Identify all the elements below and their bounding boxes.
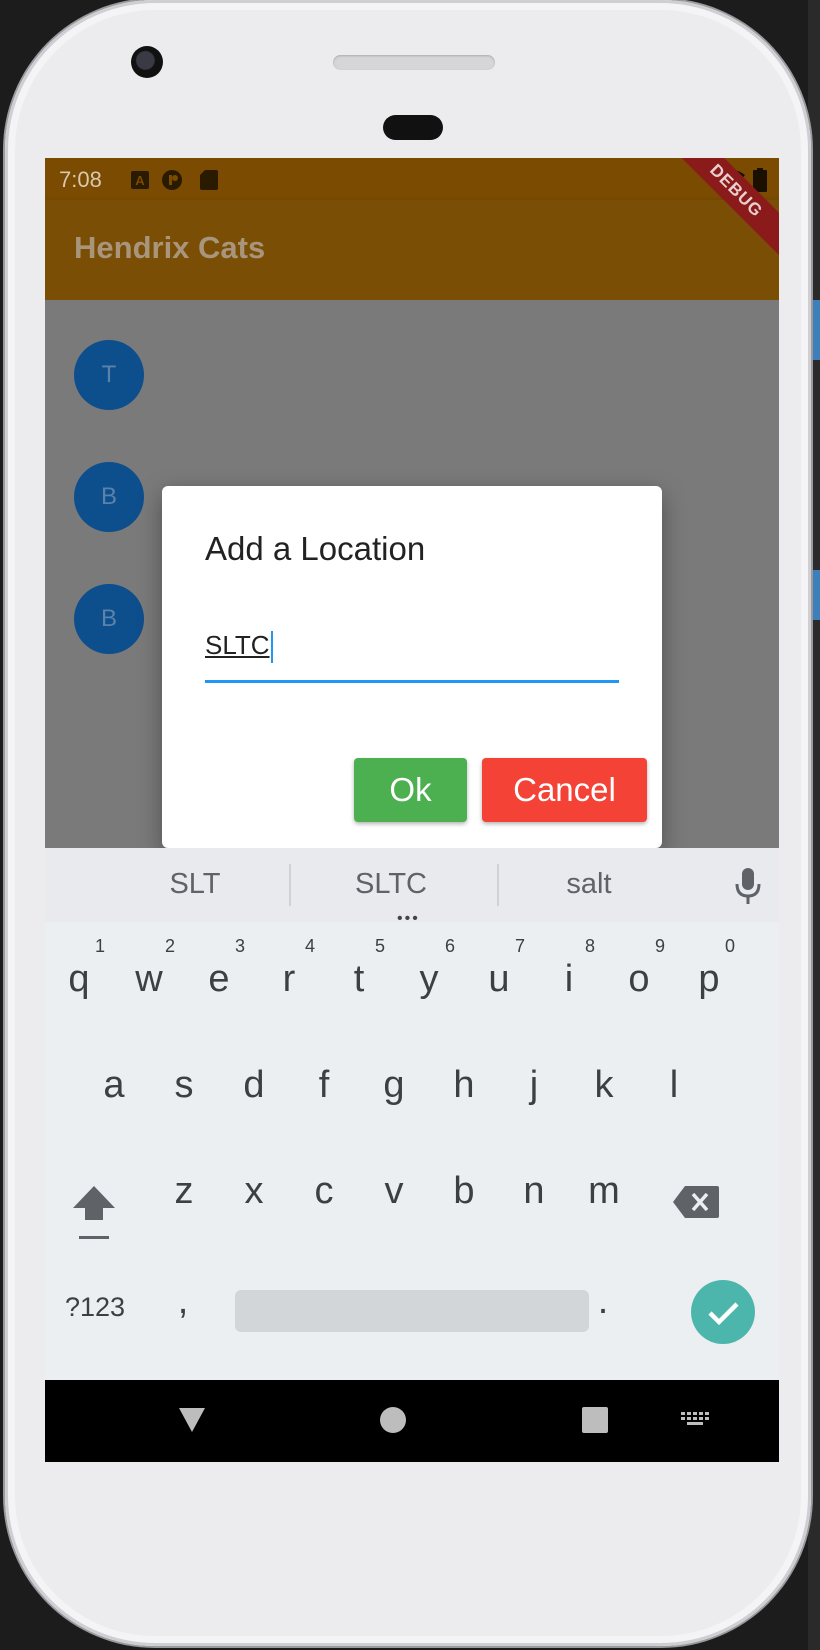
suggestion-item[interactable]: SLT: [105, 868, 285, 901]
key-f[interactable]: f: [294, 1064, 354, 1107]
location-input-value: SLTC: [205, 630, 273, 664]
key-m[interactable]: m: [574, 1170, 634, 1213]
key-hint: 4: [305, 936, 316, 956]
key-hint: 8: [585, 936, 596, 956]
key-r[interactable]: r: [259, 958, 319, 1001]
key-g[interactable]: g: [364, 1064, 424, 1107]
key-hint: 3: [235, 936, 246, 956]
soft-keyboard: q w e r t y u i o p 1 2 3 4 5 6 7 8 9 0 …: [45, 922, 779, 1382]
add-location-dialog: Add a Location SLTC Ok Cancel: [162, 486, 662, 848]
keyboard-switcher-icon[interactable]: [681, 1412, 711, 1430]
key-k[interactable]: k: [574, 1064, 634, 1107]
key-hint: 2: [165, 936, 176, 956]
key-q[interactable]: q: [49, 958, 109, 1001]
key-hint: 6: [445, 936, 456, 956]
key-d[interactable]: d: [224, 1064, 284, 1107]
location-input[interactable]: SLTC: [205, 622, 619, 683]
microphone-icon[interactable]: [733, 866, 763, 906]
suggestion-strip: SLT SLTC ••• salt: [45, 848, 779, 927]
symbols-key[interactable]: ?123: [63, 1292, 127, 1323]
shift-icon[interactable]: [71, 1184, 117, 1244]
key-e[interactable]: e: [189, 958, 249, 1001]
a-notification-icon: A: [131, 171, 149, 189]
back-icon[interactable]: [177, 1406, 207, 1434]
key-w[interactable]: w: [119, 958, 179, 1001]
front-camera: [131, 46, 163, 78]
sd-card-icon: [200, 170, 218, 190]
list-item-avatar[interactable]: B: [74, 584, 144, 654]
key-i[interactable]: i: [539, 958, 599, 1001]
key-n[interactable]: n: [504, 1170, 564, 1213]
key-z[interactable]: z: [154, 1170, 214, 1213]
key-v[interactable]: v: [364, 1170, 424, 1213]
app-bar: Hendrix Cats: [45, 200, 779, 300]
key-s[interactable]: s: [154, 1064, 214, 1107]
key-h[interactable]: h: [434, 1064, 494, 1107]
key-t[interactable]: t: [329, 958, 389, 1001]
home-icon[interactable]: [379, 1406, 407, 1434]
key-a[interactable]: a: [84, 1064, 144, 1107]
recents-icon[interactable]: [581, 1406, 609, 1434]
key-x[interactable]: x: [224, 1170, 284, 1213]
key-hint: 5: [375, 936, 386, 956]
key-hint: 0: [725, 936, 736, 956]
suggestion-item[interactable]: salt: [499, 868, 679, 901]
key-o[interactable]: o: [609, 958, 669, 1001]
app-title: Hendrix Cats: [74, 230, 266, 265]
proximity-sensor: [383, 115, 443, 140]
suggestion-item[interactable]: SLTC: [301, 868, 481, 901]
space-bar[interactable]: [235, 1290, 589, 1332]
dialog-title: Add a Location: [205, 530, 426, 567]
backspace-icon[interactable]: [673, 1186, 719, 1218]
list-item-avatar[interactable]: B: [74, 462, 144, 532]
done-key[interactable]: [691, 1280, 755, 1344]
phone-screen: 7:08 A Hendrix Cats DEBUG T B B Add a Lo…: [45, 158, 779, 1462]
period-key[interactable]: .: [573, 1280, 633, 1323]
ok-button[interactable]: Ok: [354, 758, 467, 822]
key-b[interactable]: b: [434, 1170, 494, 1213]
flutter-notification-icon: [162, 170, 182, 190]
check-icon: [708, 1302, 739, 1326]
navigation-bar: [45, 1380, 779, 1462]
status-bar: 7:08 A: [45, 158, 779, 200]
phone-frame: 7:08 A Hendrix Cats DEBUG T B B Add a Lo…: [5, 0, 811, 1646]
key-hint: 9: [655, 936, 666, 956]
comma-key[interactable]: ,: [153, 1280, 213, 1323]
key-u[interactable]: u: [469, 958, 529, 1001]
suggestion-divider: [289, 864, 291, 906]
key-l[interactable]: l: [644, 1064, 704, 1107]
earpiece-speaker: [333, 55, 495, 70]
key-j[interactable]: j: [504, 1064, 564, 1107]
svg-text:A: A: [135, 173, 145, 188]
content-scrim[interactable]: T B B + Add a Location SLTC Ok Cancel: [45, 300, 779, 965]
text-cursor: [270, 631, 273, 664]
key-y[interactable]: y: [399, 958, 459, 1001]
cancel-button[interactable]: Cancel: [482, 758, 647, 822]
list-item-avatar[interactable]: T: [74, 340, 144, 410]
status-time: 7:08: [59, 167, 102, 192]
key-hint: 1: [95, 936, 106, 956]
key-p[interactable]: p: [679, 958, 739, 1001]
key-hint: 7: [515, 936, 526, 956]
key-c[interactable]: c: [294, 1170, 354, 1213]
